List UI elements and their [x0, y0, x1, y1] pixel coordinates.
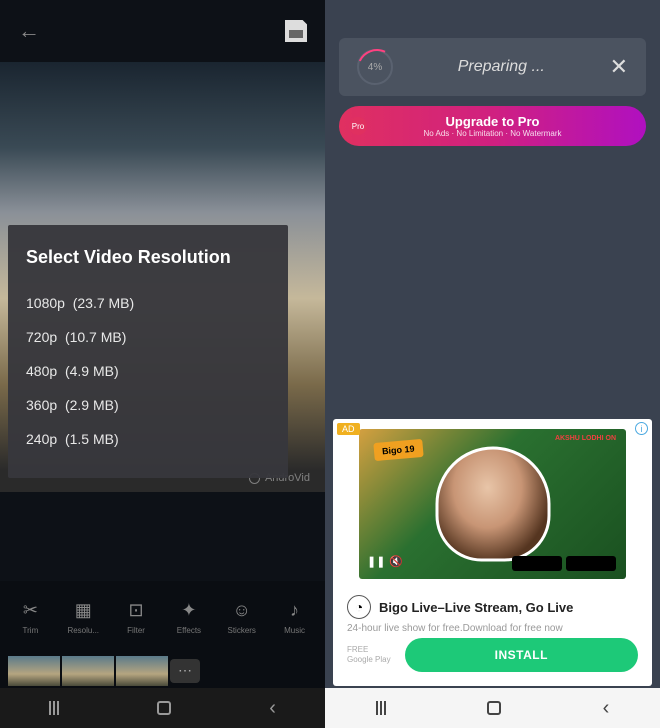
ad-store-badges	[512, 556, 616, 571]
resolution-dialog: Select Video Resolution 1080p (23.7 MB) …	[8, 225, 288, 478]
right-screen: 4% Preparing ... ✕ Pro Upgrade to Pro No…	[325, 0, 660, 728]
tool-effects[interactable]: ✦ Effects	[166, 599, 211, 635]
ad-image: Bigo 19 AKSHU LODHI ON ❚❚ 🔇	[359, 429, 626, 579]
progress-circle: 4%	[357, 49, 393, 85]
resolution-option-360p[interactable]: 360p (2.9 MB)	[26, 388, 270, 422]
ad-app-name: Bigo Live–Live Stream, Go Live	[379, 600, 573, 615]
back-button[interactable]: ‹	[603, 697, 610, 720]
ad-info-icon[interactable]: i	[635, 422, 648, 435]
home-button[interactable]	[157, 701, 171, 715]
editor-toolbar: ✂ Trim ▦ Resolu... ⊡ Filter ✦ Effects ☺ …	[0, 581, 325, 653]
tool-trim[interactable]: ✂ Trim	[8, 599, 53, 635]
ad-meta: FREE Google Play	[347, 645, 391, 666]
filter-icon: ⊡	[125, 599, 147, 621]
ad-footer: ◔ Bigo Live–Live Stream, Go Live 24-hour…	[333, 587, 652, 686]
recents-button[interactable]	[49, 701, 59, 715]
system-nav-bar: ‹	[0, 688, 325, 728]
resolution-option-1080p[interactable]: 1080p (23.7 MB)	[26, 286, 270, 320]
system-nav-bar: ‹	[325, 688, 660, 728]
back-button[interactable]: ‹	[269, 697, 276, 720]
home-button[interactable]	[487, 701, 501, 715]
upgrade-pro-button[interactable]: Pro Upgrade to Pro No Ads · No Limitatio…	[339, 106, 646, 146]
left-screen: ← AndroVid Select Video Resolution 1080p…	[0, 0, 325, 728]
ad-bigo-badge: Bigo 19	[373, 439, 423, 461]
resolution-option-480p[interactable]: 480p (4.9 MB)	[26, 354, 270, 388]
save-icon[interactable]	[285, 20, 307, 42]
timeline[interactable]: ⋯	[0, 653, 325, 688]
install-button[interactable]: INSTALL	[405, 638, 638, 672]
timeline-thumbnail	[62, 656, 114, 686]
timeline-thumbnail	[8, 656, 60, 686]
progress-percent: 4%	[368, 62, 382, 73]
scissors-icon: ✂	[19, 599, 41, 621]
pause-icon[interactable]: ❚❚	[367, 555, 383, 571]
editor-header: ←	[0, 0, 325, 62]
preparing-text: Preparing ...	[411, 58, 592, 76]
grid-icon: ▦	[72, 599, 94, 621]
google-play-badge	[512, 556, 562, 571]
ad-description: 24-hour live show for free.Download for …	[347, 623, 638, 634]
app-icon: ◔	[347, 595, 371, 619]
mute-icon[interactable]: 🔇	[389, 555, 405, 571]
ad-badge: AD	[337, 423, 360, 435]
timeline-thumbnail	[116, 656, 168, 686]
ad-face-image	[435, 447, 550, 562]
recents-button[interactable]	[376, 701, 386, 715]
tool-music[interactable]: ♪ Music	[272, 599, 317, 635]
tool-stickers[interactable]: ☺ Stickers	[219, 599, 264, 635]
ad-video-controls: ❚❚ 🔇	[367, 555, 405, 571]
music-icon: ♪	[284, 599, 306, 621]
back-arrow-icon[interactable]: ←	[18, 18, 40, 44]
pro-badge-icon: Pro	[349, 117, 367, 135]
tool-filter[interactable]: ⊡ Filter	[114, 599, 159, 635]
smiley-icon: ☺	[231, 599, 253, 621]
ad-small-text: AKSHU LODHI ON	[555, 435, 616, 442]
tool-resolution[interactable]: ▦ Resolu...	[61, 599, 106, 635]
sparkle-icon: ✦	[178, 599, 200, 621]
resolution-option-720p[interactable]: 720p (10.7 MB)	[26, 320, 270, 354]
app-store-badge	[566, 556, 616, 571]
resolution-option-240p[interactable]: 240p (1.5 MB)	[26, 422, 270, 456]
close-icon[interactable]: ✕	[610, 54, 628, 80]
ad-card[interactable]: AD i Bigo 19 AKSHU LODHI ON ❚❚ 🔇 ◔ Bigo …	[333, 419, 652, 686]
upgrade-title: Upgrade to Pro	[446, 114, 540, 129]
timeline-more-icon[interactable]: ⋯	[170, 659, 200, 683]
resolution-title: Select Video Resolution	[26, 247, 270, 268]
preparing-banner: 4% Preparing ... ✕	[339, 38, 646, 96]
upgrade-subtitle: No Ads · No Limitation · No Watermark	[424, 129, 562, 138]
